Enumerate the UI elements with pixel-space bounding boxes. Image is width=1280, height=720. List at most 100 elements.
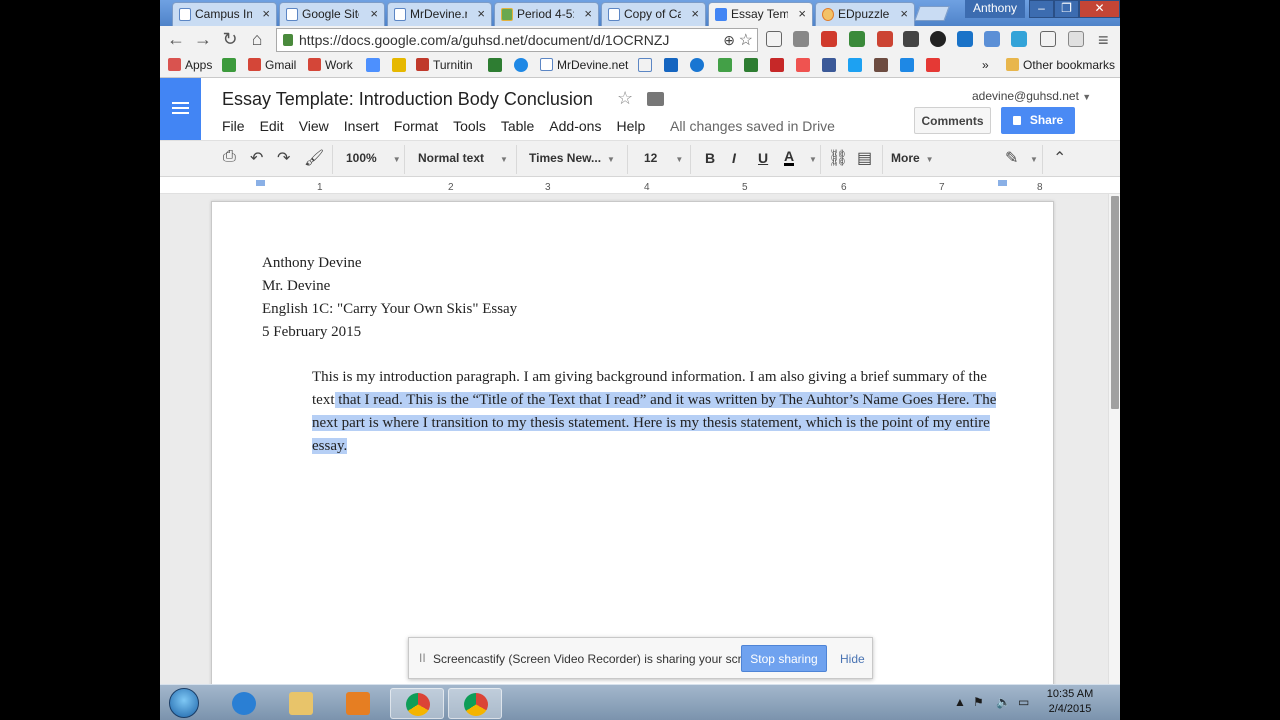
bookmark-icon[interactable] (744, 58, 758, 72)
redo-icon[interactable]: ↷ (277, 148, 290, 168)
close-icon[interactable]: × (262, 6, 270, 21)
extension-icon[interactable] (957, 31, 973, 47)
minimize-button[interactable]: – (1029, 0, 1054, 18)
folder-icon[interactable] (647, 92, 664, 106)
maximize-button[interactable]: ❐ (1054, 0, 1079, 18)
menu-format[interactable]: Format (394, 118, 438, 134)
profile-button[interactable]: Anthony (965, 0, 1025, 18)
taskbar-explorer[interactable] (274, 688, 328, 719)
bookmarks-overflow-button[interactable]: » (982, 58, 989, 72)
heading-line[interactable]: English 1C: "Carry Your Own Skis" Essay (262, 298, 1002, 321)
extension-icon[interactable] (903, 31, 919, 47)
tab-edpuzzle[interactable]: EDpuzzle × (815, 2, 915, 26)
hide-link[interactable]: Hide (840, 652, 865, 666)
cast-extension-icon[interactable] (766, 31, 782, 47)
star-icon[interactable]: ☆ (617, 88, 633, 109)
bookmark-icon[interactable] (392, 58, 406, 72)
bookmark-icon[interactable] (488, 58, 502, 72)
facebook-icon[interactable] (822, 58, 836, 72)
zoom-icon[interactable]: ⊕ (723, 32, 735, 49)
twitter-icon[interactable] (848, 58, 862, 72)
instagram-icon[interactable] (874, 58, 888, 72)
tab-mrdevine[interactable]: MrDevine.r × (387, 2, 492, 26)
close-icon[interactable]: × (900, 6, 908, 21)
chrome-menu-icon[interactable]: ≡ (1098, 30, 1109, 51)
bookmark-icon[interactable] (796, 58, 810, 72)
extension-icon[interactable] (1068, 31, 1084, 47)
extension-icon[interactable] (930, 31, 946, 47)
menu-add-ons[interactable]: Add-ons (549, 118, 601, 134)
tab-campus[interactable]: Campus In × (172, 2, 277, 26)
forward-icon[interactable]: → (192, 29, 214, 50)
bookmark-turnitin[interactable]: Turnitin (416, 58, 473, 72)
text-color-button[interactable]: A (784, 149, 795, 166)
pencil-icon[interactable]: ✎ (1005, 148, 1018, 168)
stop-sharing-button[interactable]: Stop sharing (741, 645, 827, 672)
zoom-select[interactable]: 100% ▼ (346, 151, 401, 165)
extension-icon[interactable] (877, 31, 893, 47)
heading-line[interactable]: 5 February 2015 (262, 321, 1002, 344)
bookmark-gmail[interactable]: Gmail (248, 58, 296, 72)
bookmark-work[interactable]: Work (308, 58, 353, 72)
window-close-button[interactable]: ✕ (1079, 0, 1120, 18)
docs-home-button[interactable] (160, 78, 201, 140)
introduction-paragraph[interactable]: This is my introduction paragraph. I am … (262, 366, 1002, 458)
start-button[interactable] (169, 688, 199, 718)
bookmark-icon[interactable] (690, 58, 704, 72)
style-select[interactable]: Normal text ▼ (418, 151, 508, 165)
close-icon[interactable]: × (584, 6, 592, 21)
menu-insert[interactable]: Insert (344, 118, 379, 134)
paint-format-icon[interactable]: 🖌 (304, 148, 324, 168)
extension-icon[interactable] (1040, 31, 1056, 47)
close-icon[interactable]: × (691, 6, 699, 21)
document-body[interactable]: Anthony Devine Mr. Devine English 1C: "C… (262, 252, 1002, 458)
drive-icon[interactable] (366, 58, 380, 72)
back-icon[interactable]: ← (165, 29, 187, 50)
bold-button[interactable]: B (705, 150, 715, 166)
print-icon[interactable]: ⎙ (223, 148, 236, 166)
close-icon[interactable]: × (477, 6, 485, 21)
underline-button[interactable]: U (758, 150, 768, 166)
comments-button[interactable]: Comments (914, 107, 991, 134)
collapse-icon[interactable]: ⌃ (1053, 148, 1066, 168)
indent-marker[interactable] (256, 180, 265, 186)
close-icon[interactable]: × (370, 6, 378, 21)
tab-essay-template[interactable]: Essay Temp × (708, 2, 813, 26)
font-select[interactable]: Times New... ▼ (529, 151, 615, 165)
bookmark-icon[interactable] (718, 58, 732, 72)
bookmark-icon[interactable] (900, 58, 914, 72)
extension-icon[interactable] (984, 31, 1000, 47)
account-switcher[interactable]: adevine@guhsd.net ▼ (972, 89, 1091, 103)
menu-file[interactable]: File (222, 118, 245, 134)
editing-mode-dropdown[interactable]: ▼ (1024, 151, 1038, 165)
reload-icon[interactable]: ↻ (219, 29, 241, 50)
document-title[interactable]: Essay Template: Introduction Body Conclu… (222, 89, 593, 110)
vertical-scrollbar[interactable] (1108, 194, 1120, 684)
menu-table[interactable]: Table (501, 118, 534, 134)
heading-line[interactable]: Anthony Devine (262, 252, 1002, 275)
font-size-select[interactable]: 12 ▼ (644, 151, 683, 165)
menu-help[interactable]: Help (616, 118, 645, 134)
comment-icon[interactable]: ▤ (857, 148, 872, 168)
show-hidden-icons[interactable]: ▲ (954, 695, 966, 709)
more-button[interactable]: More ▼ (891, 151, 934, 165)
network-icon[interactable]: ▭ (1018, 695, 1029, 709)
action-center-icon[interactable]: ⚑ (973, 695, 984, 709)
extension-icon[interactable] (1011, 31, 1027, 47)
menu-tools[interactable]: Tools (453, 118, 486, 134)
extension-icon[interactable] (793, 31, 809, 47)
scrollbar-thumb[interactable] (1111, 196, 1119, 409)
extension-icon[interactable] (849, 31, 865, 47)
bookmark-star-icon[interactable]: ☆ (739, 30, 753, 50)
new-tab-button[interactable] (914, 6, 950, 21)
volume-icon[interactable]: 🔈 (996, 695, 1011, 709)
share-button[interactable]: Share (1001, 107, 1075, 134)
menu-view[interactable]: View (299, 118, 329, 134)
save-status[interactable]: All changes saved in Drive (670, 118, 835, 134)
bookmark-icon[interactable] (926, 58, 940, 72)
tab-copy-of[interactable]: Copy of Ca × (601, 2, 706, 26)
bookmark-icon[interactable] (514, 58, 528, 72)
home-icon[interactable]: ⌂ (246, 29, 268, 50)
taskbar-ie[interactable] (217, 688, 271, 719)
extension-icon[interactable] (821, 31, 837, 47)
